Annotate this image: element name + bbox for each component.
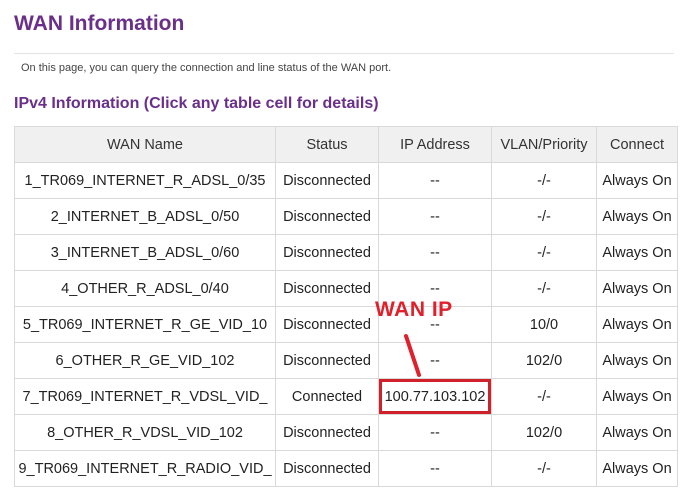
cell-wan-name[interactable]: 9_TR069_INTERNET_R_RADIO_VID_ bbox=[14, 450, 276, 487]
cell-connect[interactable]: Always On bbox=[596, 450, 678, 487]
cell-ip-address-highlighted[interactable]: 100.77.103.102 bbox=[378, 378, 492, 415]
cell-status[interactable]: Disconnected bbox=[275, 234, 379, 271]
cell-vlan-priority[interactable]: -/- bbox=[491, 450, 597, 487]
table-row[interactable]: 4_OTHER_R_ADSL_0/40 Disconnected -- -/- … bbox=[14, 270, 678, 307]
cell-status[interactable]: Disconnected bbox=[275, 162, 379, 199]
table-row[interactable]: 1_TR069_INTERNET_R_ADSL_0/35 Disconnecte… bbox=[14, 162, 678, 199]
ip-address-value: 100.77.103.102 bbox=[384, 388, 486, 405]
cell-status[interactable]: Disconnected bbox=[275, 270, 379, 307]
wan-ip-annotation-label: WAN IP bbox=[375, 298, 453, 321]
cell-status[interactable]: Disconnected bbox=[275, 342, 379, 379]
cell-vlan-priority[interactable]: -/- bbox=[491, 270, 597, 307]
column-header-connect: Connect bbox=[596, 126, 678, 163]
cell-vlan-priority[interactable]: 102/0 bbox=[491, 414, 597, 451]
title-divider bbox=[14, 53, 674, 54]
cell-status[interactable]: Disconnected bbox=[275, 198, 379, 235]
cell-vlan-priority[interactable]: 10/0 bbox=[491, 306, 597, 343]
cell-vlan-priority[interactable]: -/- bbox=[491, 162, 597, 199]
cell-ip-address[interactable]: -- bbox=[378, 342, 492, 379]
cell-status[interactable]: Connected bbox=[275, 378, 379, 415]
cell-vlan-priority[interactable]: 102/0 bbox=[491, 342, 597, 379]
cell-wan-name[interactable]: 3_INTERNET_B_ADSL_0/60 bbox=[14, 234, 276, 271]
cell-connect[interactable]: Always On bbox=[596, 414, 678, 451]
cell-ip-address[interactable]: -- bbox=[378, 414, 492, 451]
cell-status[interactable]: Disconnected bbox=[275, 306, 379, 343]
cell-ip-address[interactable]: -- bbox=[378, 162, 492, 199]
cell-connect[interactable]: Always On bbox=[596, 378, 678, 415]
cell-ip-address[interactable]: -- bbox=[378, 450, 492, 487]
table-header-row: WAN Name Status IP Address VLAN/Priority… bbox=[14, 126, 678, 163]
cell-wan-name[interactable]: 7_TR069_INTERNET_R_VDSL_VID_ bbox=[14, 378, 276, 415]
column-header-vlan-priority: VLAN/Priority bbox=[491, 126, 597, 163]
table-row[interactable]: 8_OTHER_R_VDSL_VID_102 Disconnected -- 1… bbox=[14, 414, 678, 451]
cell-ip-address[interactable]: -- bbox=[378, 234, 492, 271]
cell-wan-name[interactable]: 4_OTHER_R_ADSL_0/40 bbox=[14, 270, 276, 307]
cell-connect[interactable]: Always On bbox=[596, 162, 678, 199]
table-row[interactable]: 2_INTERNET_B_ADSL_0/50 Disconnected -- -… bbox=[14, 198, 678, 235]
cell-connect[interactable]: Always On bbox=[596, 234, 678, 271]
cell-status[interactable]: Disconnected bbox=[275, 414, 379, 451]
table-row[interactable]: 3_INTERNET_B_ADSL_0/60 Disconnected -- -… bbox=[14, 234, 678, 271]
column-header-status: Status bbox=[275, 126, 379, 163]
cell-connect[interactable]: Always On bbox=[596, 342, 678, 379]
column-header-ip-address: IP Address bbox=[378, 126, 492, 163]
cell-connect[interactable]: Always On bbox=[596, 198, 678, 235]
cell-wan-name[interactable]: 2_INTERNET_B_ADSL_0/50 bbox=[14, 198, 276, 235]
cell-vlan-priority[interactable]: -/- bbox=[491, 378, 597, 415]
page-description: On this page, you can query the connecti… bbox=[21, 62, 392, 74]
cell-status[interactable]: Disconnected bbox=[275, 450, 379, 487]
wan-info-table: WAN Name Status IP Address VLAN/Priority… bbox=[14, 126, 678, 487]
cell-ip-address[interactable]: -- bbox=[378, 198, 492, 235]
cell-connect[interactable]: Always On bbox=[596, 306, 678, 343]
cell-connect[interactable]: Always On bbox=[596, 270, 678, 307]
column-header-wan-name: WAN Name bbox=[14, 126, 276, 163]
cell-wan-name[interactable]: 6_OTHER_R_GE_VID_102 bbox=[14, 342, 276, 379]
table-row[interactable]: 7_TR069_INTERNET_R_VDSL_VID_ Connected 1… bbox=[14, 378, 678, 415]
page-title: WAN Information bbox=[14, 12, 185, 35]
table-row[interactable]: 5_TR069_INTERNET_R_GE_VID_10 Disconnecte… bbox=[14, 306, 678, 343]
cell-wan-name[interactable]: 1_TR069_INTERNET_R_ADSL_0/35 bbox=[14, 162, 276, 199]
section-title: IPv4 Information (Click any table cell f… bbox=[14, 95, 379, 112]
table-row[interactable]: 6_OTHER_R_GE_VID_102 Disconnected -- 102… bbox=[14, 342, 678, 379]
cell-vlan-priority[interactable]: -/- bbox=[491, 234, 597, 271]
cell-vlan-priority[interactable]: -/- bbox=[491, 198, 597, 235]
cell-wan-name[interactable]: 8_OTHER_R_VDSL_VID_102 bbox=[14, 414, 276, 451]
cell-wan-name[interactable]: 5_TR069_INTERNET_R_GE_VID_10 bbox=[14, 306, 276, 343]
table-row[interactable]: 9_TR069_INTERNET_R_RADIO_VID_ Disconnect… bbox=[14, 450, 678, 487]
